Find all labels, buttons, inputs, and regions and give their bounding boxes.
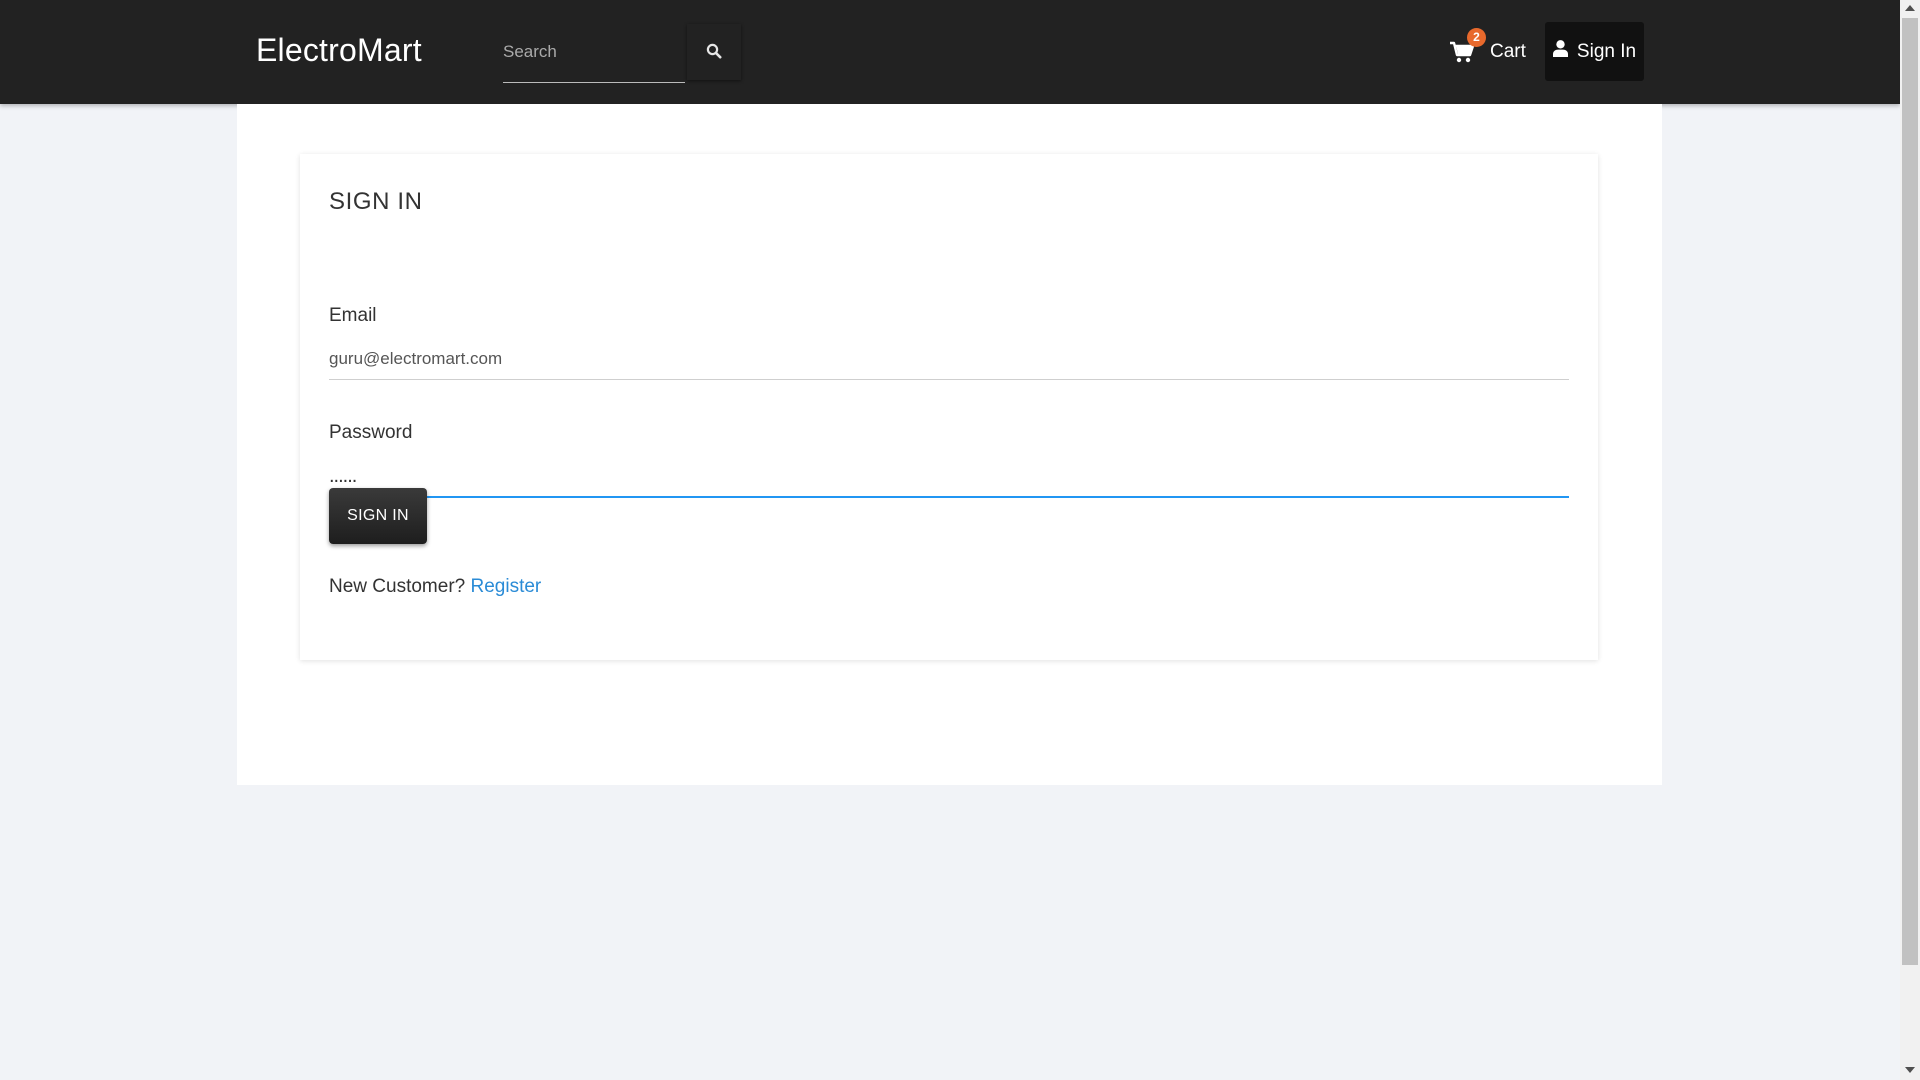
nav-signin-button[interactable]: Sign In <box>1545 22 1644 81</box>
cart-link[interactable]: 2 Cart <box>1450 28 1526 74</box>
brand-logo[interactable]: ElectroMart <box>256 32 422 69</box>
new-customer-text: New Customer? <box>329 576 466 597</box>
signin-card: SIGN IN Email Password SIGN IN New Custo… <box>300 154 1598 660</box>
email-field[interactable] <box>329 339 1569 380</box>
register-link[interactable]: Register <box>471 576 542 597</box>
page-title: SIGN IN <box>329 188 423 215</box>
shopping-cart-icon: 2 <box>1450 28 1486 63</box>
search-button[interactable] <box>687 24 741 80</box>
search-icon <box>706 43 722 62</box>
cart-count-badge: 2 <box>1467 28 1486 47</box>
scroll-down-arrow-icon[interactable] <box>1905 1067 1915 1073</box>
main-container: SIGN IN Email Password SIGN IN New Custo… <box>237 104 1662 785</box>
password-field[interactable] <box>329 456 1569 498</box>
scrollbar-thumb[interactable] <box>1902 18 1918 965</box>
user-icon <box>1552 40 1577 63</box>
scroll-up-arrow-icon[interactable] <box>1905 5 1915 11</box>
signin-submit-button[interactable]: SIGN IN <box>329 488 427 544</box>
cart-label: Cart <box>1490 41 1526 62</box>
email-label: Email <box>329 305 377 326</box>
search-form <box>503 22 741 84</box>
vertical-scrollbar[interactable] <box>1900 0 1920 1080</box>
search-input[interactable] <box>503 22 685 83</box>
password-label: Password <box>329 422 413 443</box>
navbar: ElectroMart 2 Cart <box>0 0 1900 104</box>
register-row: New Customer? Register <box>329 576 541 598</box>
nav-signin-label: Sign In <box>1576 40 1637 62</box>
